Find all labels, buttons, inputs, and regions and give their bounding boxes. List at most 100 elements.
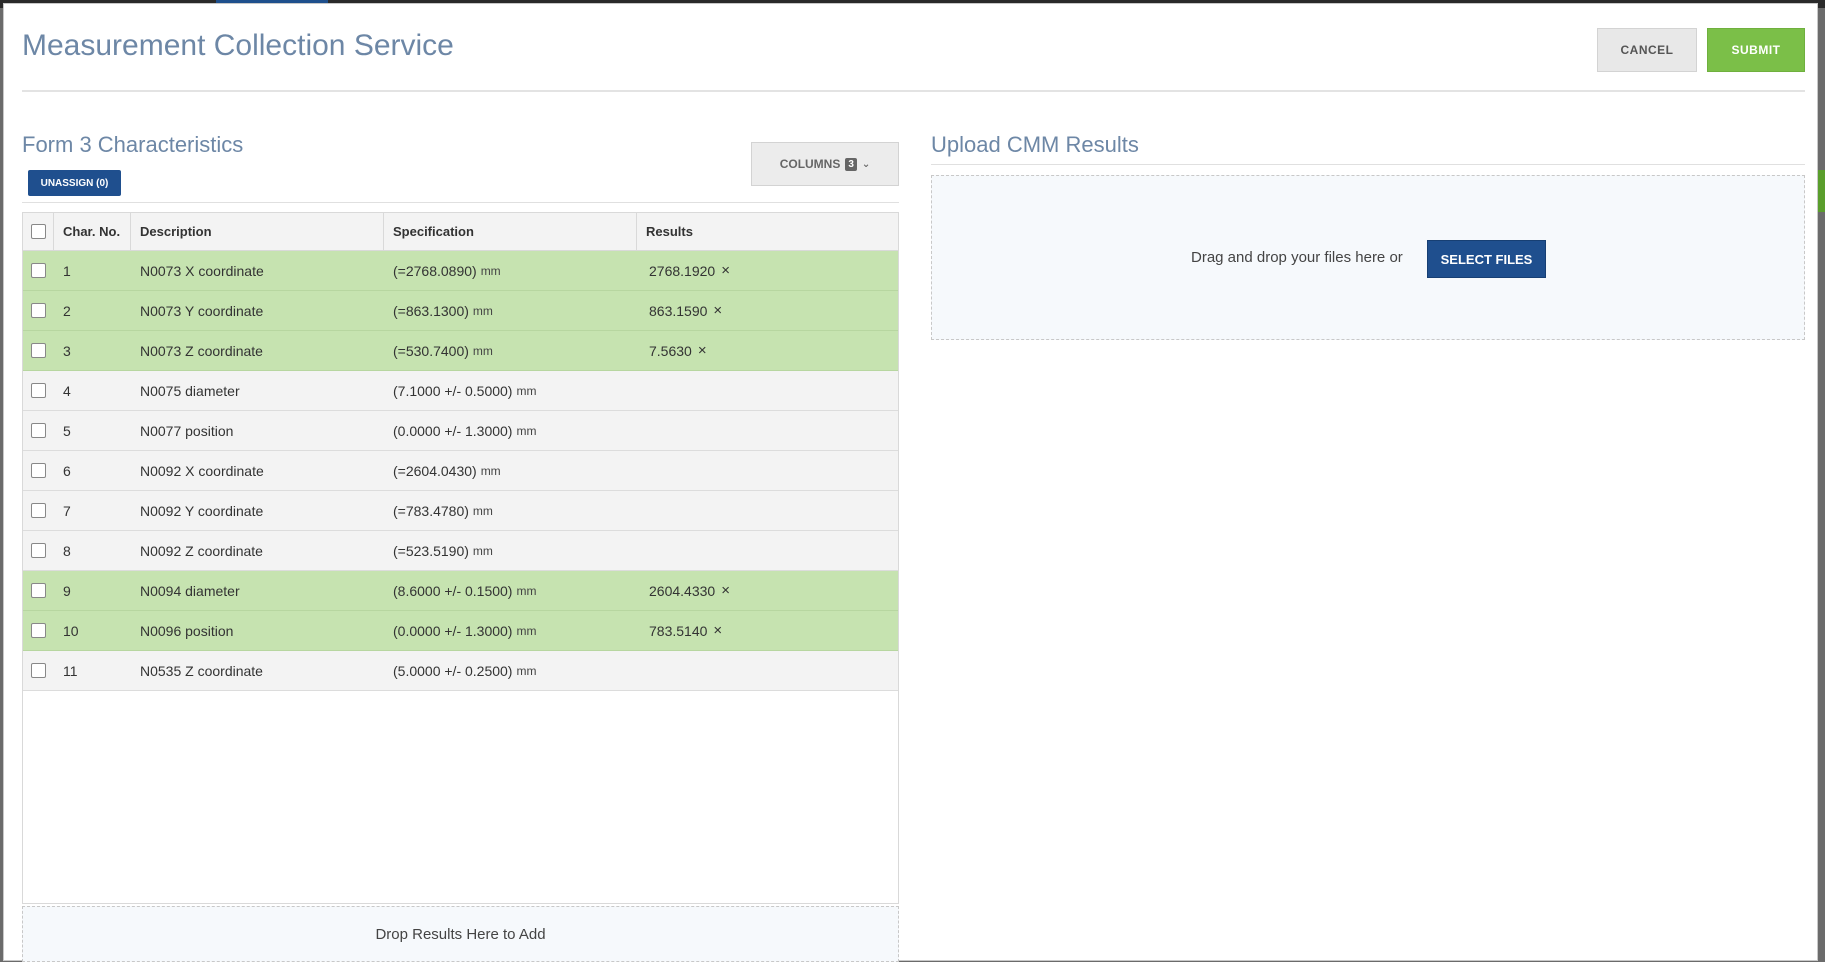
results-cell: 2768.1920 × <box>637 251 898 290</box>
table-header: Char. No. Description Specification Resu… <box>23 213 898 251</box>
background-accent <box>1817 170 1825 212</box>
char-no-cell: 7 <box>63 502 71 519</box>
result-value: 7.5630 <box>649 342 692 359</box>
remove-result-icon[interactable]: × <box>713 302 722 319</box>
measurement-collection-modal: Measurement Collection Service CANCEL SU… <box>3 3 1818 962</box>
table-row[interactable]: 2 N0073 Y coordinate (=863.1300) mm 863.1590… <box>23 291 898 331</box>
specification-value: (=863.1300) <box>393 302 469 319</box>
row-checkbox-cell <box>23 571 54 610</box>
results-cell <box>637 451 898 490</box>
table-row[interactable]: 4 N0075 diameter (7.1000 +/- 0.5000) mm <box>23 371 898 411</box>
specification-cell: (0.0000 +/- 1.3000) mm <box>384 611 637 650</box>
row-checkbox-cell <box>23 331 54 370</box>
description-cell: N0092 Z coordinate <box>140 542 263 559</box>
table-row[interactable]: 10 N0096 position (0.0000 +/- 1.3000) mm 783… <box>23 611 898 651</box>
row-checkbox[interactable] <box>31 343 46 358</box>
results-cell <box>637 651 898 690</box>
table-row[interactable]: 5 N0077 position (0.0000 +/- 1.3000) mm <box>23 411 898 451</box>
specification-value: (0.0000 +/- 1.3000) <box>393 422 513 439</box>
description-cell: N0092 Y coordinate <box>140 502 264 519</box>
select-all-checkbox[interactable] <box>30 224 46 239</box>
row-checkbox[interactable] <box>31 383 46 398</box>
chevron-down-icon: ⌄ <box>861 158 871 170</box>
row-checkbox[interactable] <box>31 423 46 438</box>
specification-unit: mm <box>472 303 493 318</box>
columns-count-badge: 3 <box>845 157 857 171</box>
specification-unit: mm <box>516 383 537 398</box>
file-upload-drop-zone[interactable]: Drag and drop your files here or SELECT … <box>931 175 1805 340</box>
description-cell: N0073 X coordinate <box>140 262 264 279</box>
char-no-cell: 2 <box>63 302 71 319</box>
results-cell: 863.1590 × <box>637 291 898 330</box>
table-row[interactable]: 9 N0094 diameter (8.6000 +/- 0.1500) mm 2604… <box>23 571 898 611</box>
specification-value: (0.0000 +/- 1.3000) <box>393 622 513 639</box>
remove-result-icon[interactable]: × <box>721 582 730 599</box>
row-checkbox[interactable] <box>31 303 46 318</box>
column-header-char-no[interactable]: Char. No. <box>54 213 131 250</box>
submit-button[interactable]: SUBMIT <box>1707 28 1805 72</box>
description-cell: N0077 position <box>140 422 234 439</box>
table-row[interactable]: 3 N0073 Z coordinate (=530.7400) mm 7.5630 × <box>23 331 898 371</box>
row-checkbox-cell <box>23 651 54 690</box>
remove-result-icon[interactable]: × <box>713 622 722 639</box>
specification-value: (8.6000 +/- 0.1500) <box>393 582 513 599</box>
modal-title: Measurement Collection Service <box>22 29 454 62</box>
specification-unit: mm <box>516 623 537 638</box>
columns-label: COLUMNS <box>779 157 841 171</box>
results-drop-zone[interactable]: Drop Results Here to Add <box>22 906 899 962</box>
columns-button[interactable]: COLUMNS 3 ⌄ <box>751 142 899 186</box>
results-cell <box>637 371 898 410</box>
specification-unit: mm <box>480 263 501 278</box>
results-cell: 2604.4330 × <box>637 571 898 610</box>
results-cell: 7.5630 × <box>637 331 898 370</box>
specification-unit: mm <box>472 503 493 518</box>
remove-result-icon[interactable]: × <box>698 342 707 359</box>
description-cell: N0073 Y coordinate <box>140 302 264 319</box>
specification-value: (7.1000 +/- 0.5000) <box>393 382 513 399</box>
characteristics-panel: Form 3 Characteristics UNASSIGN (0) COLU… <box>22 132 899 962</box>
specification-value: (5.0000 +/- 0.2500) <box>393 662 513 679</box>
row-checkbox-cell <box>23 371 54 410</box>
row-checkbox-cell <box>23 451 54 490</box>
row-checkbox[interactable] <box>31 663 46 678</box>
row-checkbox-cell <box>23 531 54 570</box>
row-checkbox[interactable] <box>31 583 46 598</box>
description-cell: N0094 diameter <box>140 582 240 599</box>
description-cell: N0092 X coordinate <box>140 462 264 479</box>
divider <box>931 164 1805 165</box>
cancel-button[interactable]: CANCEL <box>1597 28 1697 72</box>
char-no-cell: 1 <box>63 262 71 279</box>
specification-unit: mm <box>480 463 501 478</box>
char-no-cell: 3 <box>63 342 71 359</box>
remove-result-icon[interactable]: × <box>721 262 730 279</box>
specification-unit: mm <box>472 543 493 558</box>
drag-drop-text: Drag and drop your files here or <box>1191 249 1403 266</box>
row-checkbox[interactable] <box>31 543 46 558</box>
specification-cell: (7.1000 +/- 0.5000) mm <box>384 371 637 410</box>
char-no-cell: 5 <box>63 422 71 439</box>
specification-cell: (=783.4780) mm <box>384 491 637 530</box>
table-row[interactable]: 6 N0092 X coordinate (=2604.0430) mm <box>23 451 898 491</box>
table-row[interactable]: 8 N0092 Z coordinate (=523.5190) mm <box>23 531 898 571</box>
results-cell: 783.5140 × <box>637 611 898 650</box>
row-checkbox[interactable] <box>31 503 46 518</box>
specification-cell: (=863.1300) mm <box>384 291 637 330</box>
select-files-button[interactable]: SELECT FILES <box>1427 240 1546 278</box>
char-no-cell: 9 <box>63 582 71 599</box>
description-cell: N0096 position <box>140 622 234 639</box>
row-checkbox-cell <box>23 291 54 330</box>
unassign-button[interactable]: UNASSIGN (0) <box>28 170 121 196</box>
table-row[interactable]: 11 N0535 Z coordinate (5.0000 +/- 0.2500) m… <box>23 651 898 691</box>
table-row[interactable]: 1 N0073 X coordinate (=2768.0890) mm 2768.19… <box>23 251 898 291</box>
row-checkbox[interactable] <box>31 463 46 478</box>
specification-value: (=783.4780) <box>393 502 469 519</box>
row-checkbox-cell <box>23 491 54 530</box>
divider <box>22 202 899 203</box>
row-checkbox[interactable] <box>31 623 46 638</box>
row-checkbox[interactable] <box>31 263 46 278</box>
column-header-results[interactable]: Results <box>637 213 898 250</box>
column-header-specification[interactable]: Specification <box>384 213 637 250</box>
table-row[interactable]: 7 N0092 Y coordinate (=783.4780) mm <box>23 491 898 531</box>
result-value: 2768.1920 <box>649 262 716 279</box>
column-header-description[interactable]: Description <box>131 213 384 250</box>
